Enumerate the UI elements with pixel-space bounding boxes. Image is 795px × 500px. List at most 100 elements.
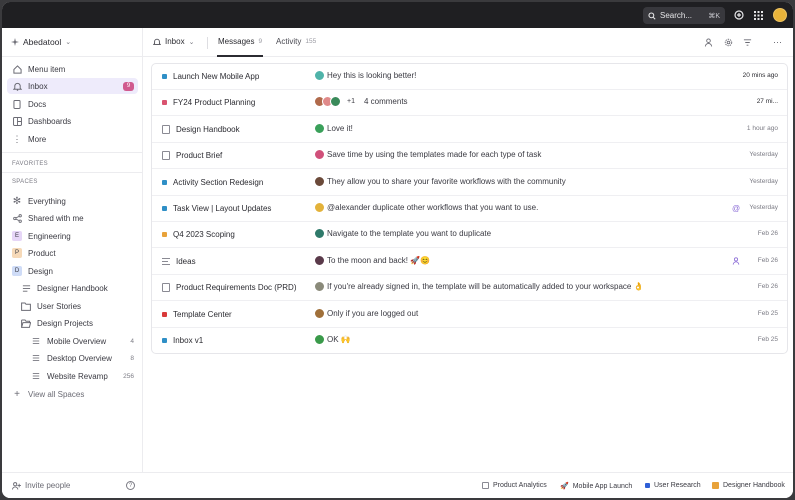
message-time: Feb 26: [757, 230, 778, 238]
avatar-group: [314, 228, 325, 240]
message-text: OK 🙌: [327, 335, 351, 344]
inbox-selector[interactable]: Inbox ⌄: [153, 37, 194, 46]
list-color-icon: [162, 100, 167, 106]
chip-mobile-app-launch[interactable]: 🚀 Mobile App Launch: [560, 482, 632, 491]
sidebar-item-inbox[interactable]: Inbox 9: [7, 78, 138, 94]
list-icon: [31, 336, 41, 346]
message-row[interactable]: Task View | Layout Updates @alexander dup…: [152, 196, 787, 222]
user-plus-icon: [12, 481, 21, 490]
message-row[interactable]: Product Brief Save time by using the temp…: [152, 143, 787, 170]
avatar-group: [314, 149, 325, 161]
person-icon[interactable]: [703, 37, 714, 48]
chip-user-research[interactable]: User Research: [645, 482, 701, 489]
message-source: Task View | Layout Updates: [162, 204, 271, 213]
message-row[interactable]: Activity Section Redesign They allow you …: [152, 170, 787, 196]
message-preview: +1 4 comments: [314, 96, 408, 108]
settings-icon[interactable]: [723, 37, 734, 48]
message-preview: To the moon and back! 🚀😊: [314, 254, 431, 266]
avatar: [314, 70, 325, 81]
message-source-name: Design Handbook: [176, 124, 240, 134]
message-row[interactable]: Ideas To the moon and back! 🚀😊 Feb 26: [152, 249, 787, 275]
message-row[interactable]: Inbox v1 OK 🙌 Feb 25: [152, 328, 787, 354]
message-source: Product Brief: [162, 151, 222, 161]
plus-circle-icon[interactable]: [733, 9, 745, 21]
view-all-label: View all Spaces: [28, 389, 85, 399]
message-row[interactable]: Launch New Mobile App Hey this is looking…: [152, 64, 787, 90]
message-text: To the moon and back! 🚀😊: [327, 255, 431, 265]
sidebar-item-dashboards[interactable]: Dashboards: [7, 113, 138, 129]
user-avatar[interactable]: [773, 8, 787, 22]
sidebar-item-designer-handbook[interactable]: Designer Handbook: [16, 280, 138, 296]
avatar-group: [314, 122, 325, 134]
help-icon[interactable]: ?: [126, 481, 135, 490]
message-time: Feb 25: [757, 336, 778, 343]
global-search[interactable]: Search... ⌘K: [643, 7, 725, 24]
message-source-name: Ideas: [176, 256, 196, 266]
favorites-heading[interactable]: FAVORITES: [12, 161, 48, 167]
message-row[interactable]: Template Center Only if you are logged ou…: [152, 302, 787, 328]
doc-icon: [12, 99, 22, 109]
chip-product-analytics[interactable]: Product Analytics: [482, 482, 547, 489]
sidebar-item-design-projects[interactable]: Design Projects: [16, 315, 138, 331]
space-tile: P: [12, 248, 22, 258]
sidebar-item-product[interactable]: P Product: [7, 245, 138, 261]
sidebar-item-label: Docs: [28, 99, 47, 109]
message-source-name: Activity Section Redesign: [173, 177, 264, 187]
sidebar-item-mobile-overview[interactable]: Mobile Overview 4: [26, 333, 138, 349]
avatar-group: [314, 307, 325, 319]
invite-people-button[interactable]: Invite people: [12, 481, 70, 490]
asterisk-icon: ✻: [12, 195, 22, 207]
workspace-switcher[interactable]: Abedatool ⌄: [11, 37, 71, 47]
divider: [2, 56, 143, 57]
spaces-heading[interactable]: SPACES: [12, 179, 38, 185]
sidebar-item-user-stories[interactable]: User Stories: [16, 298, 138, 314]
list-color-icon: [162, 232, 167, 238]
message-row[interactable]: Design Handbook Love it! 1 hour ago: [152, 117, 787, 143]
chip-designer-handbook[interactable]: Designer Handbook: [712, 482, 785, 489]
message-text: If you're already signed in, the templat…: [327, 282, 644, 292]
search-shortcut: ⌘K: [708, 12, 720, 20]
tab-messages[interactable]: Messages 9: [218, 37, 262, 46]
message-time: 20 mins ago: [742, 72, 778, 79]
avatar-group: [314, 96, 341, 108]
message-source-name: Inbox v1: [173, 336, 204, 345]
lines-icon: [162, 257, 170, 265]
avatar-group: [314, 202, 325, 213]
sidebar-item-label: More: [28, 134, 47, 144]
message-text: They allow you to share your favorite wo…: [327, 176, 566, 186]
message-text: Save time by using the templates made fo…: [327, 150, 542, 160]
search-icon: [648, 11, 656, 20]
message-row[interactable]: Q4 2023 Scoping Navigate to the template …: [152, 222, 787, 249]
view-all-spaces[interactable]: + View all Spaces: [7, 386, 138, 402]
message-row[interactable]: FY24 Product Planning +1 4 comments 27 mi..…: [152, 90, 787, 117]
sidebar-item-docs[interactable]: Docs: [7, 96, 138, 112]
message-source: Q4 2023 Scoping: [162, 230, 235, 239]
sidebar-item-more[interactable]: ⋮ More: [7, 131, 138, 147]
sidebar-item-engineering[interactable]: E Engineering: [7, 228, 138, 244]
message-text: Love it!: [327, 123, 353, 133]
sidebar-item-everything[interactable]: ✻ Everything: [7, 193, 138, 209]
divider: [2, 172, 143, 173]
avatar-group: [314, 175, 325, 187]
message-source: Template Center: [162, 310, 232, 319]
avatar: [314, 175, 325, 187]
message-source-name: FY24 Product Planning: [173, 98, 256, 108]
list-color-icon: [162, 74, 167, 79]
message-row[interactable]: Product Requirements Doc (PRD) If you're …: [152, 275, 787, 302]
sidebar-item-website-revamp[interactable]: Website Revamp 256: [26, 368, 138, 384]
sidebar-item-shared-with-me[interactable]: Shared with me: [7, 210, 138, 226]
grid-icon[interactable]: [752, 9, 764, 21]
sidebar-item-label: Desktop Overview: [47, 353, 112, 363]
sidebar-item-design[interactable]: D Design: [7, 263, 138, 279]
sidebar-item-label: Dashboards: [28, 116, 72, 126]
sidebar-item-menu-item[interactable]: Menu item: [7, 61, 138, 77]
list-icon: [31, 371, 41, 381]
filter-icon[interactable]: [742, 37, 753, 48]
sidebar-item-desktop-overview[interactable]: Desktop Overview 8: [26, 350, 138, 366]
tab-activity[interactable]: Activity 155: [276, 37, 316, 46]
avatar: [314, 254, 325, 266]
more-horizontal-icon[interactable]: ⋯: [772, 37, 783, 48]
avatar: [314, 228, 325, 240]
item-count: 256: [123, 372, 134, 380]
app-window: Search... ⌘K Abedatool ⌄ Menu item Inbox…: [2, 2, 793, 498]
